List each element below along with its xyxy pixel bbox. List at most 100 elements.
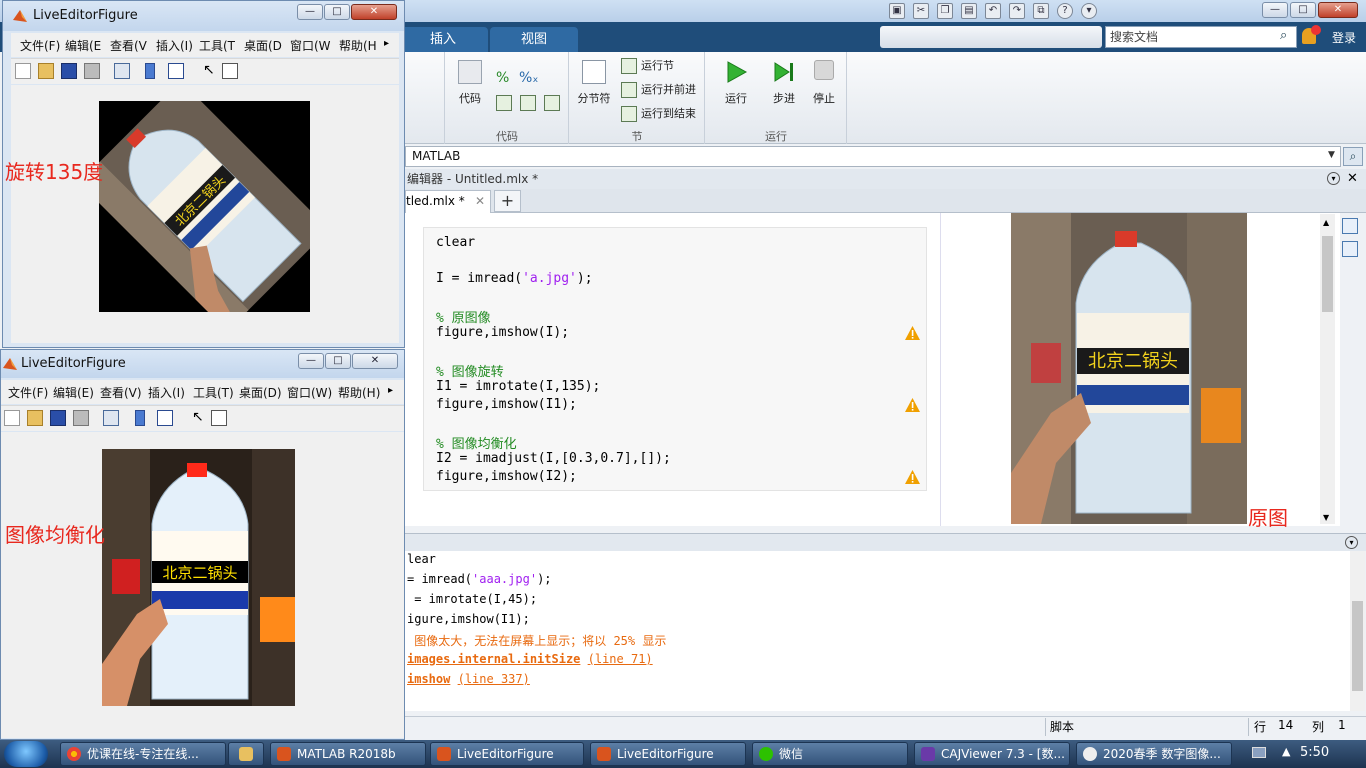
- figure1-menu-insert[interactable]: 插入(I): [156, 37, 193, 54]
- figure2-menu-window[interactable]: 窗口(W): [287, 384, 332, 401]
- run-button[interactable]: 运行: [718, 60, 754, 106]
- rotated-image[interactable]: 北京二锅头: [99, 101, 310, 312]
- clock[interactable]: 5:50: [1300, 745, 1329, 760]
- percent-icon[interactable]: %: [496, 70, 509, 86]
- link-plot-icon[interactable]: [103, 410, 119, 426]
- chevron-down-icon[interactable]: ▼: [1328, 150, 1335, 160]
- figure1-maximize-button[interactable]: □: [324, 4, 350, 20]
- taskbar-item-wechat[interactable]: 微信: [752, 742, 908, 766]
- taskbar-item-figure2[interactable]: LiveEditorFigure: [590, 742, 746, 766]
- search-documentation-input[interactable]: 搜索文档: [1105, 26, 1297, 48]
- paste-icon[interactable]: ▤: [961, 3, 977, 19]
- property-editor-icon[interactable]: [211, 410, 227, 426]
- current-folder-address[interactable]: MATLAB: [405, 146, 1341, 167]
- menu-overflow-icon[interactable]: ▸: [384, 38, 389, 49]
- new-figure-icon[interactable]: [4, 410, 20, 426]
- taskbar-item-browser2[interactable]: 2020春季 数字图像...: [1076, 742, 1232, 766]
- adjusted-image[interactable]: 北京二锅头: [102, 449, 295, 706]
- warning-icon[interactable]: [905, 470, 920, 484]
- taskbar-item-figure1[interactable]: LiveEditorFigure: [430, 742, 584, 766]
- login-link[interactable]: 登录: [1332, 29, 1356, 46]
- open-icon[interactable]: [38, 63, 54, 79]
- output-image-original[interactable]: 北京二锅头: [1011, 213, 1247, 524]
- chevron-down-icon[interactable]: ▾: [1345, 536, 1358, 549]
- taskbar-item-matlab[interactable]: MATLAB R2018b: [270, 742, 426, 766]
- figure2-menu-edit[interactable]: 编辑(E): [53, 384, 94, 401]
- run-and-advance-button[interactable]: 运行并前进: [621, 82, 696, 98]
- document-tab[interactable]: tled.mlx * ✕: [405, 190, 491, 213]
- keyboard-icon[interactable]: [1252, 747, 1266, 758]
- chevron-down-icon[interactable]: ▾: [1081, 3, 1097, 19]
- save-icon[interactable]: [61, 63, 77, 79]
- save-icon[interactable]: ▣: [889, 3, 905, 19]
- pointer-icon[interactable]: ↖: [192, 409, 204, 425]
- figure2-maximize-button[interactable]: □: [325, 353, 351, 369]
- print-icon[interactable]: [84, 63, 100, 79]
- open-icon[interactable]: [27, 410, 43, 426]
- tab-view[interactable]: 视图: [490, 27, 578, 52]
- minimize-button[interactable]: —: [1262, 2, 1288, 18]
- warning-icon[interactable]: [905, 326, 920, 340]
- maximize-button[interactable]: □: [1290, 2, 1316, 18]
- tray-arrow-icon[interactable]: ▲: [1282, 745, 1290, 758]
- legend-icon[interactable]: [157, 410, 173, 426]
- scroll-down-icon[interactable]: ▼: [1323, 513, 1329, 522]
- figure1-menu-tools[interactable]: 工具(T: [199, 37, 235, 54]
- taskbar-item-explorer[interactable]: [228, 742, 264, 766]
- taskbar-item-browser[interactable]: 优课在线-专注在线...: [60, 742, 226, 766]
- run-to-end-button[interactable]: 运行到结束: [621, 106, 696, 122]
- figure2-menu-tools[interactable]: 工具(T): [193, 384, 234, 401]
- start-button[interactable]: [4, 741, 48, 767]
- close-icon[interactable]: ✕: [1347, 171, 1358, 186]
- switch-windows-icon[interactable]: ⧉: [1033, 3, 1049, 19]
- close-button[interactable]: ✕: [1318, 2, 1358, 18]
- run-section-button[interactable]: 运行节: [621, 58, 674, 74]
- increase-indent-icon[interactable]: [520, 95, 536, 111]
- pointer-icon[interactable]: ↖: [203, 62, 215, 78]
- stack-line-link[interactable]: (line 71): [588, 652, 653, 666]
- colorbar-icon[interactable]: [145, 63, 155, 79]
- figure1-menu-window[interactable]: 窗口(W: [290, 37, 331, 54]
- property-editor-icon[interactable]: [222, 63, 238, 79]
- figure1-minimize-button[interactable]: —: [297, 4, 323, 20]
- save-icon[interactable]: [50, 410, 66, 426]
- tab-insert[interactable]: 插入: [398, 27, 488, 52]
- decrease-indent-icon[interactable]: [544, 95, 560, 111]
- scroll-up-icon[interactable]: ▲: [1323, 218, 1329, 227]
- figure2-menu-file[interactable]: 文件(F): [8, 384, 48, 401]
- figure1-close-button[interactable]: ✕: [351, 4, 397, 20]
- undo-icon[interactable]: ↶: [985, 3, 1001, 19]
- search-icon[interactable]: ⌕: [1280, 28, 1287, 43]
- figure2-menu-insert[interactable]: 插入(I): [148, 384, 185, 401]
- code-button[interactable]: 代码: [452, 60, 488, 106]
- output-inline-icon[interactable]: [1342, 218, 1358, 234]
- figure2-menu-desktop[interactable]: 桌面(D): [239, 384, 282, 401]
- search-icon[interactable]: ⌕: [1343, 147, 1363, 166]
- menu-overflow-icon[interactable]: ▸: [388, 385, 393, 396]
- figure2-menu-view[interactable]: 查看(V): [100, 384, 142, 401]
- figure2-close-button[interactable]: ✕: [352, 353, 398, 369]
- close-tab-icon[interactable]: ✕: [475, 191, 485, 212]
- figure1-menu-help[interactable]: 帮助(H: [339, 37, 377, 54]
- section-break-button[interactable]: 分节符: [574, 60, 614, 106]
- stack-link[interactable]: imshow: [407, 672, 450, 686]
- redo-icon[interactable]: ↷: [1009, 3, 1025, 19]
- help-icon[interactable]: ?: [1057, 3, 1073, 19]
- figure2-minimize-button[interactable]: —: [298, 353, 324, 369]
- editor-scrollbar-thumb[interactable]: [1322, 236, 1333, 312]
- figure1-menu-desktop[interactable]: 桌面(D: [244, 37, 282, 54]
- cut-icon[interactable]: ✂: [913, 3, 929, 19]
- chevron-down-icon[interactable]: ▾: [1327, 172, 1340, 185]
- new-figure-icon[interactable]: [15, 63, 31, 79]
- command-scrollbar-thumb[interactable]: [1352, 601, 1363, 691]
- print-icon[interactable]: [73, 410, 89, 426]
- uncomment-icon[interactable]: %ₓ: [519, 70, 539, 86]
- stop-button[interactable]: 停止: [806, 60, 842, 106]
- legend-icon[interactable]: [168, 63, 184, 79]
- link-plot-icon[interactable]: [114, 63, 130, 79]
- figure1-menu-edit[interactable]: 编辑(E: [65, 37, 101, 54]
- copy-icon[interactable]: ❐: [937, 3, 953, 19]
- colorbar-icon[interactable]: [135, 410, 145, 426]
- stack-link[interactable]: images.internal.initSize: [407, 652, 580, 666]
- add-tab-button[interactable]: +: [494, 190, 521, 212]
